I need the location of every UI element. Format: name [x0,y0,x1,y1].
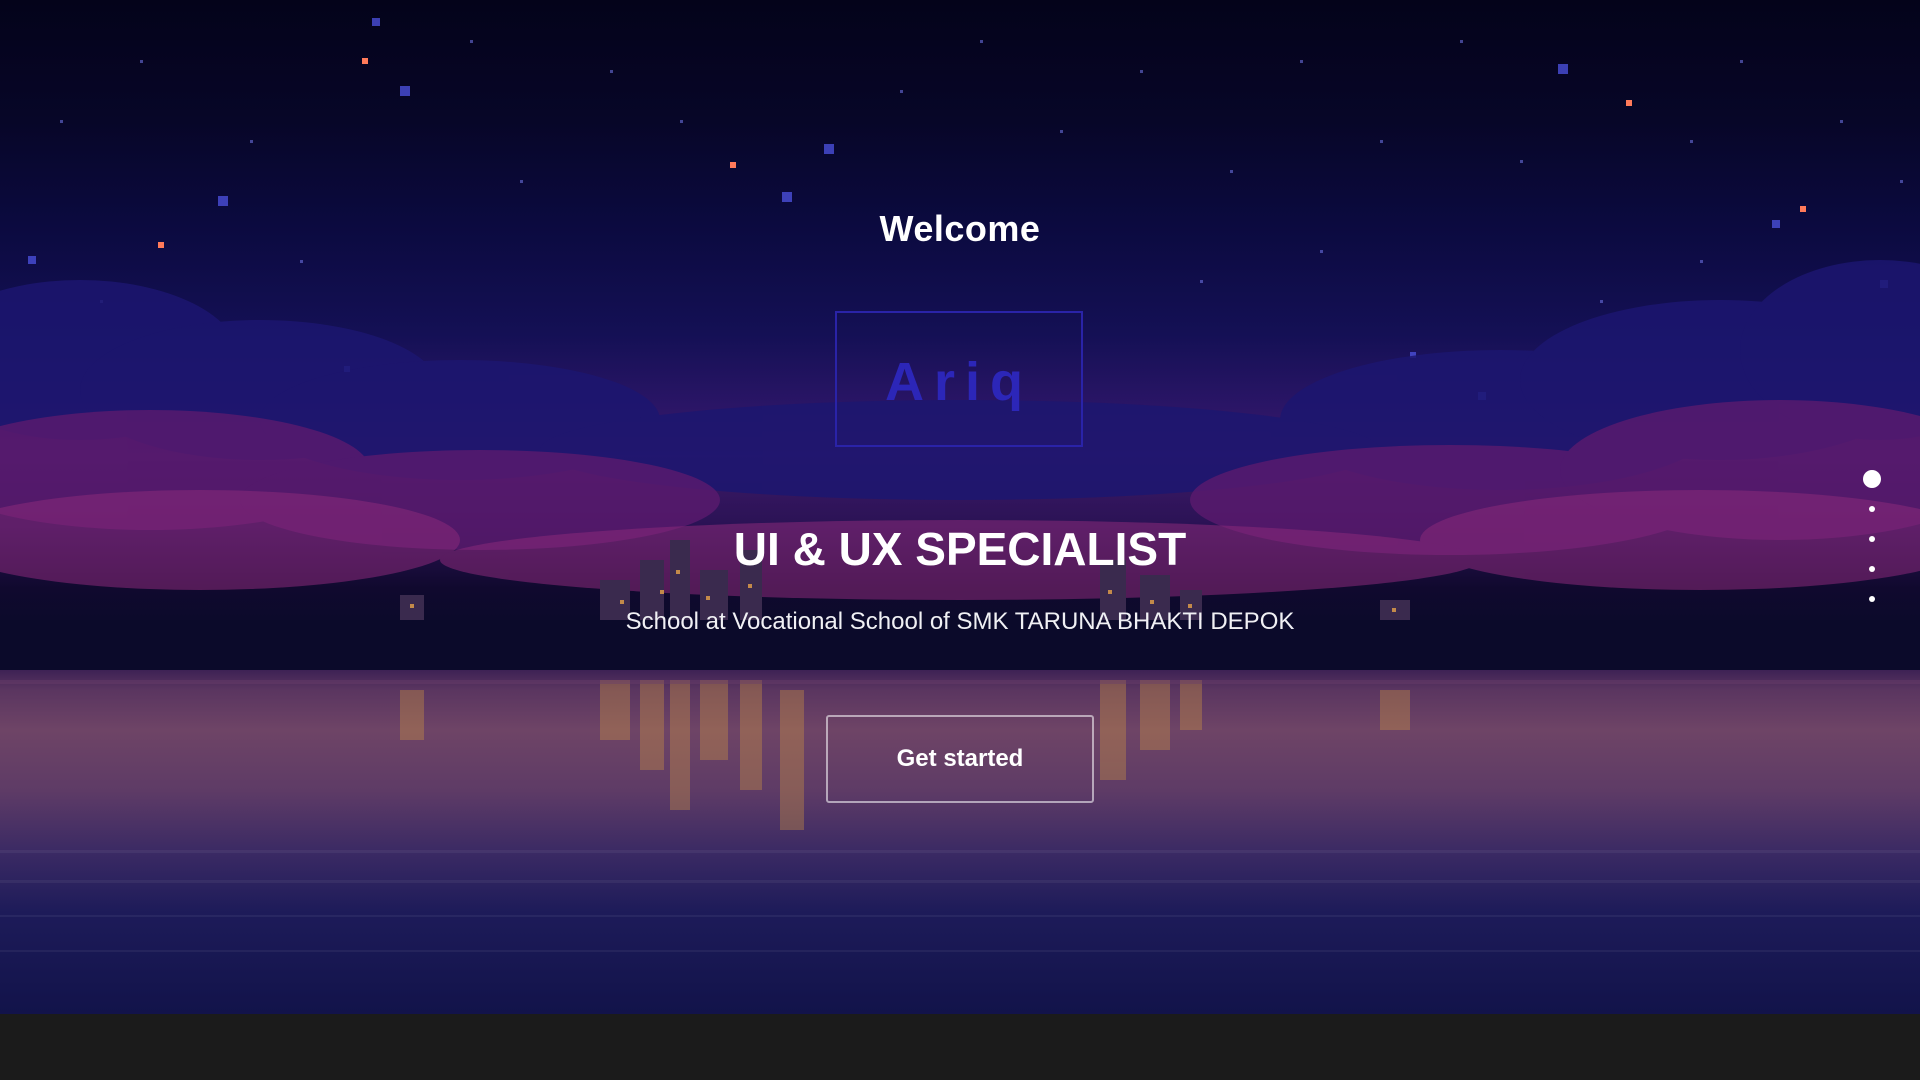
get-started-button[interactable]: Get started [826,715,1094,803]
pagination-dot-1[interactable] [1863,470,1881,488]
page-title: UI & UX SPECIALIST [733,523,1187,575]
page-subtitle: School at Vocational School of SMK TARUN… [625,608,1295,635]
pagination-dot-2[interactable] [1869,506,1875,512]
section-pagination [1860,470,1884,626]
pagination-dot-4[interactable] [1869,566,1875,572]
bottom-bar [0,1014,1920,1080]
pagination-dot-3[interactable] [1869,536,1875,542]
logo-box: Ariq [835,311,1083,447]
logo-text: Ariq [885,352,1033,412]
hero-content: Welcome Ariq UI & UX SPECIALIST School a… [0,0,1920,1014]
welcome-heading: Welcome [879,208,1041,249]
pagination-dot-5[interactable] [1869,596,1875,602]
